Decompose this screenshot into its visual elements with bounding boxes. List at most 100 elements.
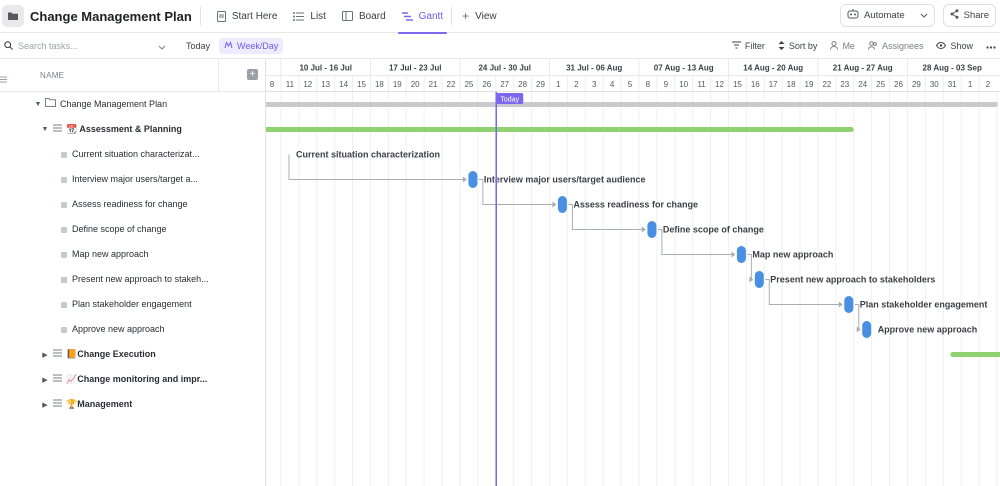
list-icon [293, 11, 305, 21]
task-milestone[interactable] [647, 221, 657, 238]
week-label: 21 Aug - 27 Aug [833, 64, 893, 73]
day-label: 17 [769, 80, 778, 89]
day-label: 2 [574, 80, 579, 89]
sort-icon [778, 40, 785, 52]
search-input[interactable] [18, 40, 138, 51]
task-milestone[interactable] [557, 196, 567, 213]
list-icon [53, 349, 62, 359]
expand-caret-icon[interactable]: ▶ [41, 376, 49, 384]
task-bar-label: Present new approach to stakeholders [770, 275, 935, 285]
day-label: 22 [447, 80, 456, 89]
list-row[interactable]: ▶ 🏆Management [0, 392, 266, 417]
share-icon [950, 9, 959, 22]
assignees-button[interactable]: Assignees [867, 40, 923, 52]
task-row[interactable]: Present new approach to stakeh... [0, 267, 266, 292]
week-day-toggle[interactable]: Week/Day [219, 37, 284, 54]
row-label: Map new approach [72, 249, 149, 259]
show-button[interactable]: Show [936, 41, 973, 51]
task-status-icon[interactable] [61, 326, 67, 333]
task-status-icon[interactable] [61, 151, 67, 158]
task-milestone[interactable] [862, 321, 872, 338]
row-label: Plan stakeholder engagement [72, 299, 192, 309]
add-column-icon[interactable]: + [247, 69, 258, 80]
day-label: 16 [751, 80, 760, 89]
day-label: 29 [536, 80, 545, 89]
dependency-arrow [552, 201, 557, 208]
drag-handle-icon[interactable] [0, 70, 7, 88]
automate-icon [847, 9, 859, 22]
folder-row[interactable]: ▼ Change Management Plan [0, 92, 266, 117]
share-button[interactable]: Share [942, 4, 996, 27]
doc-icon [216, 10, 226, 22]
me-filter-button[interactable]: Me [830, 40, 855, 52]
row-label: 📆 Assessment & Planning [66, 124, 182, 134]
task-milestone[interactable] [736, 246, 746, 263]
list-row[interactable]: ▶ 📈Change monitoring and impr... [0, 367, 266, 392]
collapse-caret-icon[interactable]: ▼ [41, 126, 49, 133]
task-bar-label: Approve new approach [878, 325, 978, 335]
automate-button[interactable]: Automate [839, 4, 935, 27]
day-label: 27 [500, 80, 509, 89]
task-status-icon[interactable] [61, 276, 67, 283]
search-options-chevron-icon[interactable] [158, 37, 166, 55]
tab-label: Board [358, 10, 386, 22]
task-row[interactable]: Interview major users/target a... [0, 167, 266, 192]
more-options-button[interactable] [986, 41, 996, 51]
row-label: Assess readiness for change [72, 199, 188, 209]
task-milestone[interactable] [844, 296, 854, 313]
more-dots-icon [986, 41, 996, 51]
week-label: 28 Aug - 03 Sep [923, 64, 982, 73]
task-row[interactable]: Approve new approach [0, 317, 266, 342]
filter-button[interactable]: Filter [731, 41, 765, 51]
task-row[interactable]: Plan stakeholder engagement [0, 292, 266, 317]
week-day-label: Week/Day [237, 40, 279, 51]
task-row[interactable]: Define scope of change [0, 217, 266, 242]
task-row[interactable]: Assess readiness for change [0, 192, 266, 217]
task-bar-label: Plan stakeholder engagement [860, 300, 988, 310]
task-status-icon[interactable] [61, 301, 67, 308]
today-button[interactable]: Today [186, 41, 210, 51]
day-label: 26 [894, 80, 903, 89]
name-column-header[interactable]: NAME [40, 71, 64, 80]
task-bar-label: Assess readiness for change [573, 200, 698, 210]
task-row[interactable]: Map new approach [0, 242, 266, 267]
row-label: Approve new approach [72, 324, 165, 334]
task-milestone[interactable] [754, 271, 764, 288]
row-label: Current situation characterizat... [72, 149, 200, 159]
task-row[interactable]: Current situation characterizat... [0, 142, 266, 167]
phase-summary-bar[interactable] [266, 127, 854, 132]
tab-list[interactable]: List [285, 0, 334, 33]
project-summary-bar[interactable] [266, 102, 998, 107]
filter-label: Filter [744, 41, 765, 51]
sort-button[interactable]: Sort by [778, 40, 817, 52]
task-status-icon[interactable] [61, 251, 67, 258]
task-status-icon[interactable] [61, 226, 67, 233]
task-status-icon[interactable] [61, 201, 67, 208]
expand-caret-icon[interactable]: ▶ [41, 351, 49, 359]
day-label: 1 [556, 80, 561, 89]
expand-caret-icon[interactable]: ▼ [34, 101, 42, 108]
list-row[interactable]: ▶ 📙Change Execution [0, 342, 266, 367]
phase-summary-bar[interactable] [950, 352, 1000, 357]
row-label: 📈Change monitoring and impr... [66, 374, 208, 384]
page-title: Change Management Plan [30, 8, 192, 24]
tab-board[interactable]: Board [334, 0, 394, 33]
app-root: Change Management Plan Start Here List B… [0, 0, 1000, 486]
task-milestone[interactable] [468, 171, 478, 188]
divider [451, 7, 453, 25]
day-label: 23 [840, 80, 849, 89]
tab-start-here[interactable]: Start Here [209, 0, 286, 33]
list-row[interactable]: ▼ 📆 Assessment & Planning [0, 117, 266, 142]
day-label: 25 [876, 80, 885, 89]
gantt-chart: 10 Jul - 16 Jul 17 Jul - 23 Jul 24 Jul - 3… [266, 59, 1000, 486]
folder-icon[interactable] [2, 5, 24, 27]
expand-caret-icon[interactable]: ▶ [41, 401, 49, 409]
gantt-timeline: 10 Jul - 16 Jul 17 Jul - 23 Jul 24 Jul - 3… [266, 59, 1000, 486]
week-label: 31 Jul - 06 Aug [566, 64, 622, 73]
dependency-line [747, 254, 752, 280]
tab-gantt[interactable]: Gantt [394, 0, 451, 34]
task-status-icon[interactable] [61, 176, 67, 183]
column-divider[interactable] [218, 59, 219, 91]
row-label: Define scope of change [72, 224, 167, 234]
add-view-button[interactable]: + View [454, 0, 505, 33]
